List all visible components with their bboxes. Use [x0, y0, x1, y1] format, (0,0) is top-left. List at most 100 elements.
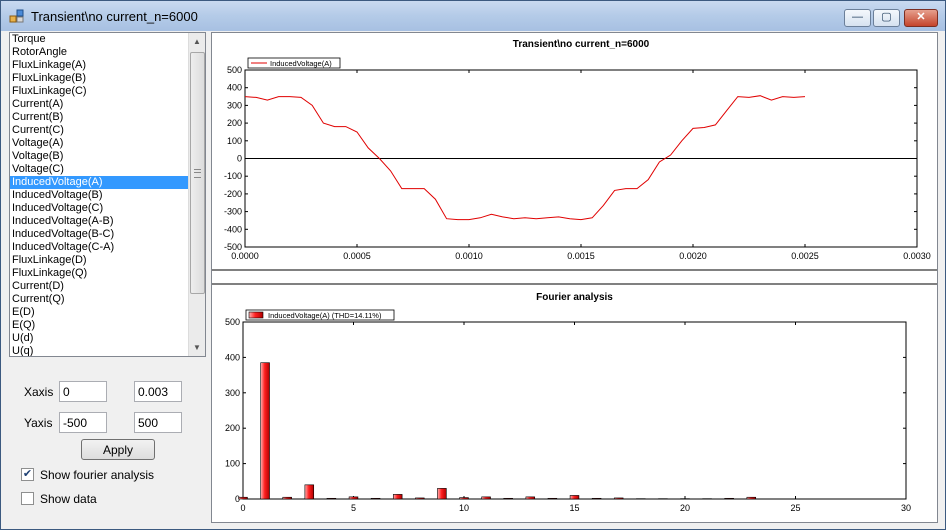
apply-button[interactable]: Apply: [81, 439, 155, 460]
x-tick-label: 0.0000: [231, 251, 259, 261]
fourier-bar: [613, 497, 624, 500]
list-scrollbar[interactable]: ▲ ▼: [188, 33, 205, 356]
scroll-thumb[interactable]: [190, 52, 205, 294]
y-tick-label: 500: [225, 317, 240, 327]
fourier-bar: [746, 496, 757, 500]
x-tick-label: 10: [459, 503, 469, 513]
window-title: Transient\no current_n=6000: [31, 9, 198, 24]
x-tick-label: 0.0030: [903, 251, 931, 261]
list-item[interactable]: InducedVoltage(C): [10, 202, 189, 215]
fourier-bar: [326, 497, 337, 500]
list-item[interactable]: Voltage(B): [10, 150, 189, 163]
main-window: Transient\no current_n=6000 — ▢ ✕ Torque…: [0, 0, 946, 530]
x-tick-label: 5: [351, 503, 356, 513]
fourier-bar: [459, 497, 469, 500]
variable-list: Torque RotorAngle FluxLinkage(A) FluxLinkag…: [10, 33, 205, 356]
fourier-bar: [348, 496, 359, 500]
list-item[interactable]: FluxLinkage(B): [10, 72, 189, 85]
show-data-checkbox[interactable]: [21, 492, 34, 505]
xaxis-label: Xaxis: [24, 385, 54, 399]
list-item[interactable]: Voltage(C): [10, 163, 189, 176]
y-tick-label: 0: [237, 154, 242, 164]
fourier-bar: [370, 497, 381, 500]
y-tick-label: -300: [224, 207, 242, 217]
legend-label: InducedVoltage(A): [270, 59, 332, 68]
y-tick-label: 200: [227, 118, 242, 128]
list-item[interactable]: Current(Q): [10, 293, 189, 306]
list-item[interactable]: Current(D): [10, 280, 189, 293]
scroll-up-icon[interactable]: ▲: [189, 33, 205, 50]
list-item[interactable]: U(d): [10, 332, 189, 345]
show-data-label[interactable]: Show data: [40, 492, 97, 506]
x-tick-label: 25: [790, 503, 800, 513]
list-item[interactable]: FluxLinkage(D): [10, 254, 189, 267]
scroll-down-icon[interactable]: ▼: [189, 339, 205, 356]
x-tick-label: 30: [901, 503, 911, 513]
list-item[interactable]: FluxLinkage(A): [10, 59, 189, 72]
y-tick-label: -400: [224, 224, 242, 234]
list-item[interactable]: FluxLinkage(Q): [10, 267, 189, 280]
chart-title: Fourier analysis: [536, 292, 613, 303]
list-item[interactable]: InducedVoltage(A): [10, 176, 189, 189]
y-tick-label: 300: [227, 100, 242, 110]
legend-label: InducedVoltage(A) (THD=14.11%): [268, 311, 382, 320]
x-tick-label: 15: [569, 503, 579, 513]
yaxis-label: Yaxis: [24, 416, 53, 430]
app-icon: [9, 9, 24, 23]
fourier-bar: [525, 496, 536, 500]
list-item[interactable]: InducedVoltage(A-B): [10, 215, 189, 228]
maximize-button[interactable]: ▢: [873, 9, 900, 27]
fourier-bar: [392, 494, 403, 500]
yaxis-min-input[interactable]: [59, 412, 107, 433]
y-tick-label: 100: [227, 136, 242, 146]
fourier-bar: [724, 497, 734, 500]
x-tick-label: 0.0005: [343, 251, 371, 261]
list-item[interactable]: Current(B): [10, 111, 189, 124]
list-item[interactable]: InducedVoltage(B-C): [10, 228, 189, 241]
legend-swatch: [248, 311, 264, 319]
fourier-bar: [282, 496, 292, 500]
y-tick-label: 300: [225, 388, 240, 398]
fourier-bar: [591, 497, 602, 500]
chart-panel: Transient\no current_n=6000 500 400 300 200 1…: [211, 32, 938, 523]
list-item[interactable]: U(q): [10, 345, 189, 356]
xaxis-min-input[interactable]: [59, 381, 107, 402]
close-button[interactable]: ✕: [904, 9, 938, 27]
xaxis-max-input[interactable]: [134, 381, 182, 402]
minimize-button[interactable]: —: [844, 9, 871, 27]
series-line: [244, 95, 806, 221]
show-fourier-checkbox[interactable]: ✔: [21, 468, 34, 481]
fourier-bar: [260, 362, 270, 500]
y-tick-label: 400: [227, 83, 242, 93]
fourier-bar: [304, 484, 315, 500]
fourier-bar: [238, 496, 248, 500]
list-item[interactable]: InducedVoltage(B): [10, 189, 189, 202]
y-tick-label: 400: [225, 352, 240, 362]
list-item[interactable]: Torque: [10, 33, 189, 46]
list-item[interactable]: Current(C): [10, 124, 189, 137]
title-bar[interactable]: Transient\no current_n=6000 — ▢ ✕: [1, 1, 945, 31]
list-item[interactable]: Current(A): [10, 98, 189, 111]
y-tick-label: 100: [225, 459, 240, 469]
y-tick-label: -100: [224, 171, 242, 181]
list-item[interactable]: InducedVoltage(C-A): [10, 241, 189, 254]
yaxis-max-input[interactable]: [134, 412, 182, 433]
variable-listbox[interactable]: Torque RotorAngle FluxLinkage(A) FluxLinkag…: [9, 32, 206, 357]
list-item[interactable]: Voltage(A): [10, 137, 189, 150]
list-item[interactable]: E(Q): [10, 319, 189, 332]
x-tick-label: 0.0015: [567, 251, 595, 261]
fourier-bar: [437, 488, 447, 500]
fourier-bar: [569, 495, 580, 500]
fourier-bar: [503, 497, 513, 500]
list-item[interactable]: E(D): [10, 306, 189, 319]
x-tick-label: 0.0010: [455, 251, 483, 261]
x-tick-label: 20: [680, 503, 690, 513]
list-item[interactable]: RotorAngle: [10, 46, 189, 59]
charts-svg: Transient\no current_n=60005004003002001…: [212, 39, 937, 513]
plot-frame: [242, 321, 907, 500]
list-item[interactable]: FluxLinkage(C): [10, 85, 189, 98]
show-fourier-label[interactable]: Show fourier analysis: [40, 468, 154, 482]
y-tick-label: 200: [225, 423, 240, 433]
grip-icon: [194, 169, 201, 178]
x-tick-label: 0.0025: [791, 251, 819, 261]
